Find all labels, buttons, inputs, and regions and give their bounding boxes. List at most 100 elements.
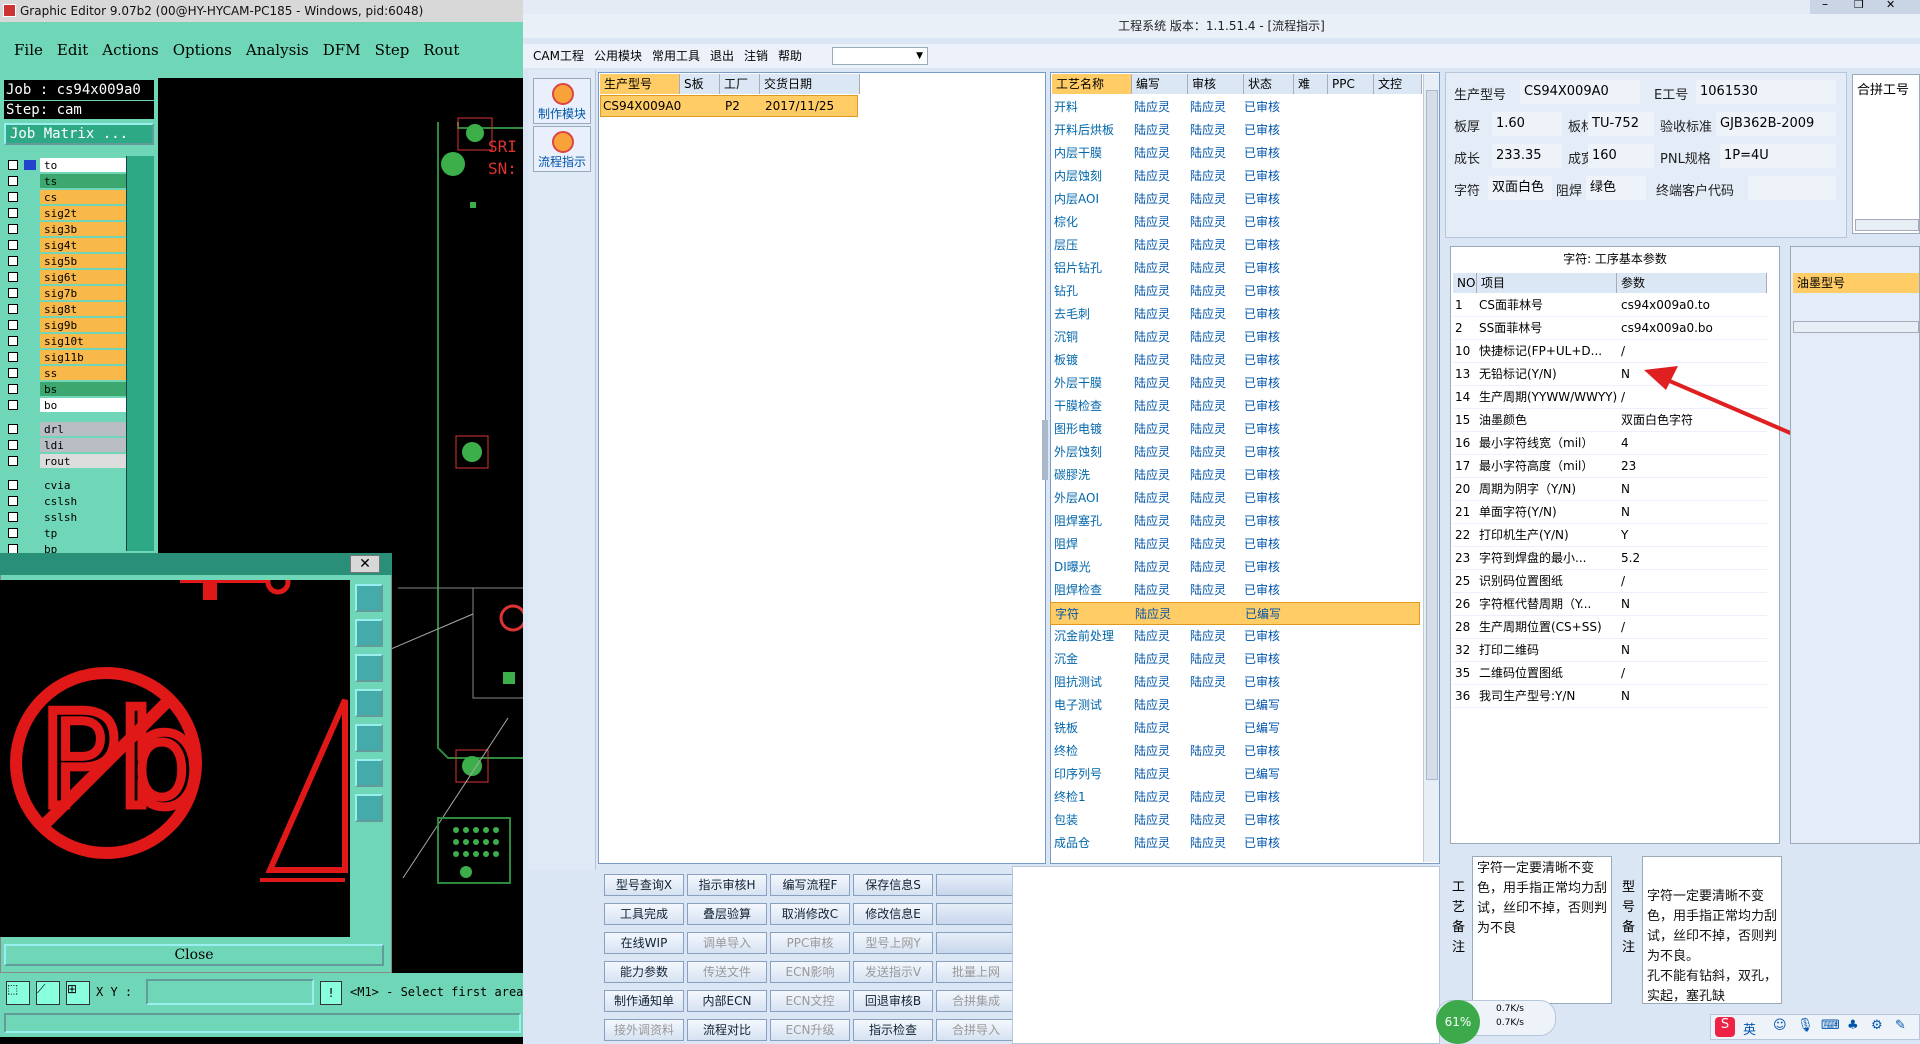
erp-menu-item[interactable]: 注销: [744, 44, 768, 68]
params-row[interactable]: 28 生产周期位置(CS+SS) /: [1453, 616, 1767, 639]
tools-icon[interactable]: ✎: [1895, 1018, 1906, 1033]
action-button[interactable]: 批量上网: [936, 961, 1016, 983]
params-row[interactable]: 22 打印机生产(Y/N) Y: [1453, 524, 1767, 547]
info-field-mat[interactable]: TU-752: [1588, 112, 1654, 136]
side-btn-flow-instruction[interactable]: 流程指示: [533, 126, 591, 172]
action-button[interactable]: 取消修改C: [770, 903, 850, 925]
ge-menu-actions[interactable]: Actions: [102, 41, 158, 59]
action-button[interactable]: 指示检查: [853, 1019, 933, 1041]
layer-row-bs[interactable]: bs: [6, 382, 128, 397]
process-memo[interactable]: 字符一定要清晰不变色，用手指正常均力刮试，丝印不掉，否则判为不良: [1472, 856, 1612, 1004]
process-col-header[interactable]: PPC: [1328, 74, 1374, 94]
process-row[interactable]: 板镀 陆应灵 陆应灵 已审核: [1050, 349, 1420, 372]
layer-row-cslsh[interactable]: cslsh: [6, 494, 128, 509]
process-row[interactable]: 终检1 陆应灵 陆应灵 已审核: [1050, 786, 1420, 809]
ge-menu-options[interactable]: Options: [173, 41, 232, 59]
action-button[interactable]: 能力参数: [604, 961, 684, 983]
params-row[interactable]: 23 字符到焊盘的最小... 5.2: [1453, 547, 1767, 570]
popup-close-button[interactable]: Close: [4, 944, 384, 966]
process-row[interactable]: 开料后烘板 陆应灵 陆应灵 已审核: [1050, 119, 1420, 142]
pan-down-icon[interactable]: [355, 654, 383, 682]
params-row[interactable]: 35 二维码位置图纸 /: [1453, 662, 1767, 685]
action-button[interactable]: 传送文件: [687, 961, 767, 983]
side-btn-make-module[interactable]: 制作模块: [533, 78, 591, 124]
process-col-header[interactable]: 审核: [1188, 74, 1244, 94]
action-button[interactable]: 发送指示V: [853, 961, 933, 983]
params-row[interactable]: 36 我司生产型号:Y/N N: [1453, 685, 1767, 708]
action-button[interactable]: [936, 903, 1016, 925]
info-field-std[interactable]: GJB362B-2009: [1716, 112, 1836, 136]
params-col-header[interactable]: 参数: [1617, 273, 1767, 293]
process-row[interactable]: 铣板 陆应灵 已编写: [1050, 717, 1420, 740]
emoji-icon[interactable]: ☺: [1773, 1018, 1787, 1033]
layer-checkbox[interactable]: [8, 288, 18, 298]
ge-menu-step[interactable]: Step: [375, 41, 410, 59]
zoom-fit-icon[interactable]: [355, 584, 383, 612]
process-row[interactable]: 内层AOI 陆应灵 陆应灵 已审核: [1050, 188, 1420, 211]
settings-icon[interactable]: ⚙: [1871, 1018, 1883, 1033]
process-row[interactable]: 外层干膜 陆应灵 陆应灵 已审核: [1050, 372, 1420, 395]
layer-checkbox[interactable]: [8, 192, 18, 202]
order-col-header[interactable]: 交货日期: [760, 74, 860, 94]
layer-checkbox[interactable]: [8, 368, 18, 378]
layer-checkbox[interactable]: [8, 496, 18, 506]
process-row[interactable]: 钻孔 陆应灵 陆应灵 已审核: [1050, 280, 1420, 303]
layer-checkbox[interactable]: [8, 272, 18, 282]
ge-command-line[interactable]: [0, 1009, 525, 1037]
params-col-header[interactable]: 项目: [1477, 273, 1617, 293]
action-button[interactable]: ECN影响: [770, 961, 850, 983]
params-row[interactable]: 21 单面字符(Y/N) N: [1453, 501, 1767, 524]
layer-checkbox[interactable]: [8, 352, 18, 362]
layer-checkbox[interactable]: [8, 440, 18, 450]
process-row[interactable]: 去毛刺 陆应灵 陆应灵 已审核: [1050, 303, 1420, 326]
process-row[interactable]: 包装 陆应灵 陆应灵 已审核: [1050, 809, 1420, 832]
layer-checkbox[interactable]: [8, 400, 18, 410]
params-col-header[interactable]: NO: [1453, 273, 1477, 293]
layer-row-sig6t[interactable]: sig6t: [6, 270, 128, 285]
process-row[interactable]: 沉金 陆应灵 陆应灵 已审核: [1050, 648, 1420, 671]
keyboard-icon[interactable]: ⌨: [1821, 1018, 1840, 1033]
params-row[interactable]: 20 周期为阴字（Y/N) N: [1453, 478, 1767, 501]
process-col-header[interactable]: 编写: [1132, 74, 1188, 94]
ge-menu-edit[interactable]: Edit: [57, 41, 88, 59]
process-row[interactable]: 内层干膜 陆应灵 陆应灵 已审核: [1050, 142, 1420, 165]
action-button[interactable]: 叠层验算: [687, 903, 767, 925]
info-icon[interactable]: !: [320, 981, 342, 1005]
action-button[interactable]: 合拼导入: [936, 1019, 1016, 1041]
params-row[interactable]: 26 字符框代替周期（Y... N: [1453, 593, 1767, 616]
zoom-in-icon[interactable]: [355, 759, 383, 787]
action-button[interactable]: PPC审核: [770, 932, 850, 954]
action-button[interactable]: [936, 932, 1016, 954]
process-row[interactable]: 外层AOI 陆应灵 陆应灵 已审核: [1050, 487, 1420, 510]
action-button[interactable]: 流程对比: [687, 1019, 767, 1041]
process-row[interactable]: 碳膠洗 陆应灵 陆应灵 已审核: [1050, 464, 1420, 487]
layer-row-drl[interactable]: drl: [6, 422, 128, 437]
info-field-thick[interactable]: 1.60: [1492, 112, 1562, 136]
layer-row-sig11b[interactable]: sig11b: [6, 350, 128, 365]
process-row[interactable]: 阻焊检查 陆应灵 陆应灵 已审核: [1050, 579, 1420, 602]
process-row[interactable]: 终检 陆应灵 陆应灵 已审核: [1050, 740, 1420, 763]
erp-menu-item[interactable]: CAM工程: [533, 44, 584, 68]
process-row[interactable]: 电子测试 陆应灵 已编写: [1050, 694, 1420, 717]
layer-checkbox[interactable]: [8, 528, 18, 538]
layer-checkbox[interactable]: [8, 176, 18, 186]
info-field-len[interactable]: 233.35: [1492, 144, 1562, 168]
layer-row-rout[interactable]: rout: [6, 454, 128, 469]
window-close-icon[interactable]: ✕: [1886, 0, 1895, 11]
action-button[interactable]: [936, 874, 1016, 896]
action-button[interactable]: 回退审核B: [853, 990, 933, 1012]
layer-row-sig10t[interactable]: sig10t: [6, 334, 128, 349]
erp-menu-item[interactable]: 退出: [710, 44, 734, 68]
layer-row-bo[interactable]: bo: [6, 398, 128, 413]
action-button[interactable]: 合拼集成: [936, 990, 1016, 1012]
job-matrix-button[interactable]: Job Matrix ...: [4, 123, 154, 145]
info-field-cust[interactable]: [1748, 176, 1836, 200]
layer-checkbox[interactable]: [8, 240, 18, 250]
process-row[interactable]: 阻焊塞孔 陆应灵 陆应灵 已审核: [1050, 510, 1420, 533]
layer-row-cvia[interactable]: cvia: [6, 478, 128, 493]
layer-row-sig8t[interactable]: sig8t: [6, 302, 128, 317]
layer-row-sig7b[interactable]: sig7b: [6, 286, 128, 301]
params-row[interactable]: 25 识别码位置图纸 /: [1453, 570, 1767, 593]
select-tool-icon[interactable]: ⬚: [6, 981, 30, 1005]
zoom-popup-canvas[interactable]: Pb: [0, 569, 350, 937]
